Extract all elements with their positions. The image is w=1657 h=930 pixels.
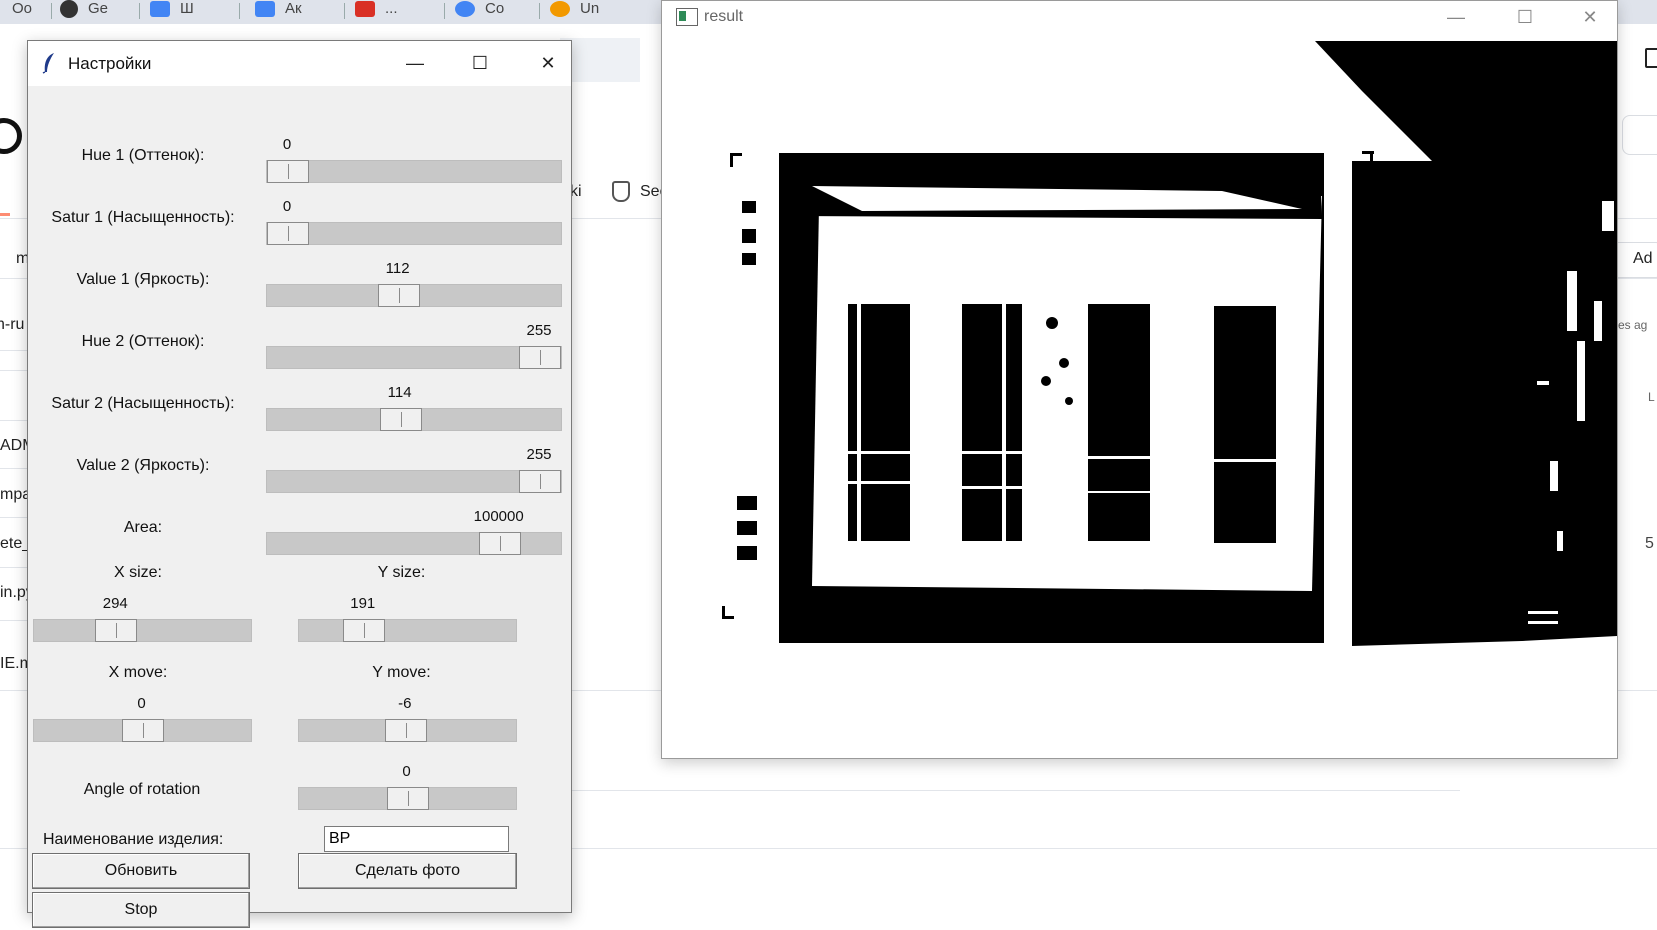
y-move-slider[interactable] — [298, 719, 517, 742]
doc-icon — [150, 1, 170, 18]
take-photo-button[interactable]: Сделать фото — [298, 853, 517, 889]
slider-thumb[interactable] — [519, 346, 561, 369]
active-tab-underline — [0, 213, 10, 216]
threshold-image — [662, 41, 1617, 757]
tab-label: ... — [385, 0, 398, 17]
slider-label: Hue 1 (Оттенок): — [81, 147, 205, 164]
slider-thumb[interactable] — [379, 408, 422, 431]
yandex-icon — [355, 1, 375, 18]
close-icon[interactable]: ✕ — [518, 41, 578, 86]
colab-icon — [455, 1, 475, 18]
minimize-icon[interactable]: — — [385, 41, 445, 86]
extension-icon[interactable] — [1645, 48, 1657, 68]
slider-thumb[interactable] — [519, 470, 561, 493]
browser-tab[interactable]: ... — [355, 0, 445, 24]
slider-value: 100000 — [473, 508, 524, 525]
slider-thumb[interactable] — [377, 284, 420, 307]
slider-value: 0 — [282, 136, 292, 153]
shield-icon — [612, 181, 630, 202]
slider-thumb[interactable] — [342, 619, 385, 642]
slider-thumb[interactable] — [267, 160, 309, 183]
add-button-fragment[interactable]: Ad — [1633, 250, 1653, 268]
slider-value: 114 — [387, 384, 412, 401]
slider-label: Value 1 (Яркость): — [76, 271, 210, 288]
refresh-button[interactable]: Обновить — [32, 853, 250, 889]
browser-tab[interactable]: Un — [550, 0, 650, 24]
slider[interactable] — [266, 346, 562, 369]
result-image — [662, 41, 1617, 757]
browser-tab[interactable]: Ge — [60, 0, 140, 24]
x-move-value: 0 — [137, 695, 146, 712]
close-icon[interactable]: ✕ — [1558, 1, 1622, 33]
maximize-icon[interactable]: ☐ — [450, 41, 510, 86]
slider-thumb[interactable] — [267, 222, 309, 245]
time-fragment: es ag — [1618, 318, 1648, 332]
tab-label: Ш — [180, 0, 194, 17]
slider-thumb[interactable] — [121, 719, 164, 742]
slider[interactable] — [266, 470, 562, 493]
tab-label: Un — [580, 0, 600, 17]
number-fragment: 5 — [1645, 535, 1654, 552]
slider[interactable] — [266, 408, 562, 431]
product-name-input[interactable] — [324, 826, 509, 852]
browser-tab[interactable]: Oo — [0, 0, 52, 24]
slider[interactable] — [266, 284, 562, 307]
tab-label: Oo — [12, 0, 33, 17]
maximize-icon[interactable]: ☐ — [1493, 1, 1557, 33]
slider-label: Hue 2 (Оттенок): — [81, 333, 205, 350]
github-icon — [60, 0, 78, 19]
slider-thumb[interactable] — [386, 787, 429, 810]
tab-label: Ge — [88, 0, 109, 17]
slider[interactable] — [266, 532, 562, 555]
y-move-value: -6 — [398, 695, 412, 712]
window-icon — [676, 8, 698, 26]
product-name-label: Наименование изделия: — [43, 831, 224, 848]
slider-thumb[interactable] — [95, 619, 138, 642]
browser-tab[interactable]: Co — [455, 0, 540, 24]
tab-label: Co — [485, 0, 505, 17]
y-size-slider[interactable] — [298, 619, 517, 642]
label-fragment: L — [1648, 390, 1655, 404]
slider-value: 0 — [282, 198, 292, 215]
slider-value: 255 — [526, 322, 552, 339]
y-move-label: Y move: — [372, 664, 431, 681]
feather-icon — [42, 53, 54, 74]
slider[interactable] — [266, 222, 562, 245]
x-move-slider[interactable] — [33, 719, 252, 742]
window-title: result — [704, 8, 744, 25]
minimize-icon[interactable]: — — [1424, 1, 1488, 33]
slider-label: Satur 1 (Насыщенность): — [51, 209, 235, 226]
browser-tab[interactable]: Ак — [255, 0, 345, 24]
slider-value: 112 — [385, 260, 410, 277]
slider-label: Value 2 (Яркость): — [76, 457, 210, 474]
slider-label: Satur 2 (Насыщенность): — [51, 395, 235, 412]
angle-label: Angle of rotation — [83, 781, 201, 798]
x-size-value: 294 — [102, 595, 128, 612]
y-size-value: 191 — [350, 595, 376, 612]
angle-slider[interactable] — [298, 787, 517, 810]
slider-value: 255 — [526, 446, 552, 463]
doc-icon — [255, 1, 275, 18]
stop-button[interactable]: Stop — [32, 892, 250, 928]
result-window: result — ☐ ✕ — [661, 0, 1618, 759]
y-size-label: Y size: — [377, 564, 426, 581]
divider — [570, 790, 1460, 791]
slider[interactable] — [266, 160, 562, 183]
slider-label: Area: — [123, 519, 163, 536]
angle-value: 0 — [402, 763, 411, 780]
window-title: Настройки — [68, 54, 152, 73]
tab-label: Ак — [285, 0, 302, 17]
slider-thumb[interactable] — [478, 532, 521, 555]
unity-icon — [550, 1, 570, 18]
x-size-label: X size: — [113, 564, 162, 581]
slider-thumb[interactable] — [384, 719, 427, 742]
x-move-label: X move: — [108, 664, 168, 681]
toolbar-button[interactable] — [1622, 115, 1657, 155]
settings-window: Настройки — ☐ ✕ Hue 1 (Оттенок): 0 Satur 1… — [27, 40, 572, 928]
file-fragment[interactable]: n-ru — [0, 316, 24, 334]
x-size-slider[interactable] — [33, 619, 252, 642]
browser-tab[interactable]: Ш — [150, 0, 240, 24]
title-bar: Настройки — ☐ ✕ — [28, 41, 571, 86]
